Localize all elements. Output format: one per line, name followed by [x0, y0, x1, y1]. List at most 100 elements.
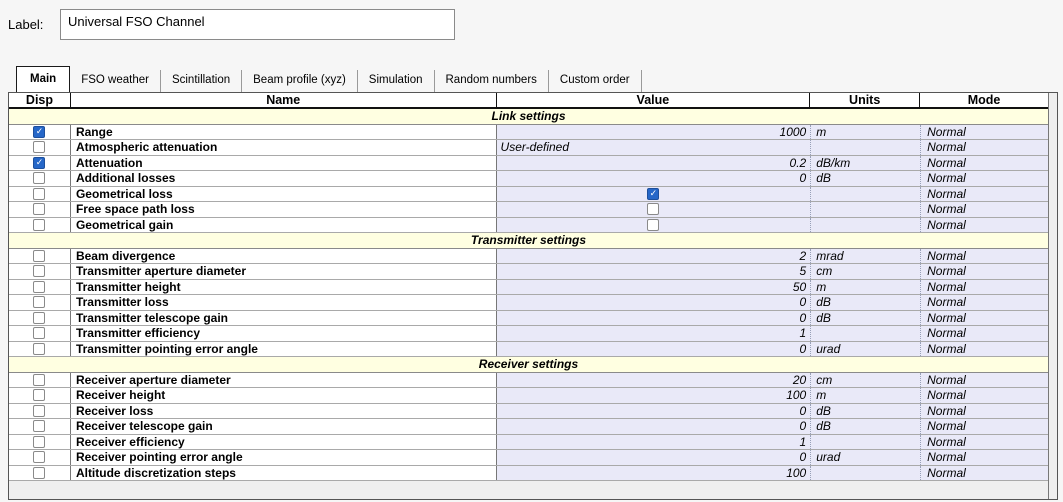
- param-mode[interactable]: Normal: [920, 125, 1048, 140]
- param-value[interactable]: 0: [497, 419, 811, 434]
- disp-cell: ✓: [9, 249, 71, 264]
- param-units[interactable]: m: [810, 280, 920, 295]
- disp-checkbox[interactable]: ✓: [33, 141, 45, 153]
- disp-checkbox[interactable]: ✓: [33, 203, 45, 215]
- param-value[interactable]: 0.2: [497, 156, 811, 171]
- param-mode[interactable]: Normal: [920, 466, 1048, 481]
- param-mode[interactable]: Normal: [920, 295, 1048, 310]
- param-value[interactable]: 0: [497, 295, 811, 310]
- param-value[interactable]: 0: [497, 311, 811, 326]
- param-value[interactable]: 0: [497, 171, 811, 186]
- param-units[interactable]: m: [810, 125, 920, 140]
- param-mode[interactable]: Normal: [920, 218, 1048, 233]
- disp-checkbox[interactable]: ✓: [33, 405, 45, 417]
- param-value[interactable]: 1: [497, 435, 811, 450]
- param-value: ✓: [497, 218, 811, 233]
- param-value[interactable]: 20: [497, 373, 811, 388]
- disp-checkbox[interactable]: ✓: [33, 265, 45, 277]
- disp-checkbox[interactable]: ✓: [33, 436, 45, 448]
- tab-scintillation[interactable]: Scintillation: [161, 70, 242, 92]
- param-value[interactable]: 100: [497, 388, 811, 403]
- param-mode[interactable]: Normal: [920, 404, 1048, 419]
- param-mode[interactable]: Normal: [920, 187, 1048, 202]
- param-units[interactable]: dB: [810, 404, 920, 419]
- param-name: Range: [71, 125, 497, 140]
- param-value[interactable]: 2: [497, 249, 811, 264]
- param-row-geometrical-loss: ✓Geometrical loss✓Normal: [9, 187, 1048, 203]
- disp-checkbox[interactable]: ✓: [33, 126, 45, 138]
- tab-main[interactable]: Main: [16, 66, 70, 92]
- disp-checkbox[interactable]: ✓: [33, 296, 45, 308]
- disp-checkbox[interactable]: ✓: [33, 219, 45, 231]
- param-units[interactable]: m: [810, 388, 920, 403]
- param-mode[interactable]: Normal: [920, 419, 1048, 434]
- param-units[interactable]: urad: [810, 450, 920, 465]
- param-units[interactable]: urad: [810, 342, 920, 357]
- param-mode[interactable]: Normal: [920, 264, 1048, 279]
- param-value[interactable]: 0: [497, 450, 811, 465]
- param-mode[interactable]: Normal: [920, 140, 1048, 155]
- param-name: Transmitter pointing error angle: [71, 342, 497, 357]
- value-checkbox[interactable]: ✓: [647, 219, 659, 231]
- param-units[interactable]: cm: [810, 264, 920, 279]
- scrollbar-track: [1049, 93, 1057, 499]
- disp-checkbox[interactable]: ✓: [33, 250, 45, 262]
- label-input[interactable]: [60, 9, 455, 40]
- tab-custom-order[interactable]: Custom order: [549, 70, 642, 92]
- param-mode[interactable]: Normal: [920, 156, 1048, 171]
- param-units[interactable]: mrad: [810, 249, 920, 264]
- param-value[interactable]: 5: [497, 264, 811, 279]
- disp-checkbox[interactable]: ✓: [33, 281, 45, 293]
- tab-random-numbers[interactable]: Random numbers: [435, 70, 549, 92]
- param-row-beam-divergence: ✓ Beam divergence2mradNormal: [9, 249, 1048, 265]
- param-mode[interactable]: Normal: [920, 280, 1048, 295]
- param-units[interactable]: cm: [810, 373, 920, 388]
- param-mode[interactable]: Normal: [920, 171, 1048, 186]
- param-value[interactable]: 0: [497, 342, 811, 357]
- param-units[interactable]: dB: [810, 311, 920, 326]
- param-units[interactable]: dB: [810, 419, 920, 434]
- param-row-receiver-aperture-diameter: ✓Receiver aperture diameter20cmNormal: [9, 373, 1048, 389]
- param-row-receiver-telescope-gain: ✓Receiver telescope gain0dBNormal: [9, 419, 1048, 435]
- disp-checkbox[interactable]: ✓: [33, 374, 45, 386]
- disp-checkbox[interactable]: ✓: [33, 389, 45, 401]
- disp-checkbox[interactable]: ✓: [33, 467, 45, 479]
- param-value[interactable]: 1000: [497, 125, 811, 140]
- value-checkbox[interactable]: ✓: [647, 188, 659, 200]
- param-mode[interactable]: Normal: [920, 373, 1048, 388]
- disp-checkbox[interactable]: ✓: [33, 327, 45, 339]
- value-checkbox[interactable]: ✓: [647, 203, 659, 215]
- disp-checkbox[interactable]: ✓: [33, 312, 45, 324]
- disp-checkbox[interactable]: ✓: [33, 172, 45, 184]
- param-mode[interactable]: Normal: [920, 326, 1048, 341]
- section-title: Link settings: [9, 109, 1048, 124]
- param-mode[interactable]: Normal: [920, 435, 1048, 450]
- param-value[interactable]: 100: [497, 466, 811, 481]
- param-value[interactable]: 1: [497, 326, 811, 341]
- disp-checkbox[interactable]: ✓: [33, 451, 45, 463]
- param-mode[interactable]: Normal: [920, 249, 1048, 264]
- disp-checkbox[interactable]: ✓: [33, 343, 45, 355]
- param-name: Beam divergence: [71, 249, 497, 264]
- tab-beam-profile-xyz[interactable]: Beam profile (xyz): [242, 70, 358, 92]
- param-row-geometrical-gain: ✓Geometrical gain✓Normal: [9, 218, 1048, 234]
- param-value[interactable]: User-defined: [497, 140, 811, 155]
- param-value[interactable]: 50: [497, 280, 811, 295]
- param-mode[interactable]: Normal: [920, 202, 1048, 217]
- param-mode[interactable]: Normal: [920, 388, 1048, 403]
- param-mode[interactable]: Normal: [920, 342, 1048, 357]
- param-units[interactable]: dB: [810, 295, 920, 310]
- col-header-disp: Disp: [9, 93, 71, 107]
- tab-fso-weather[interactable]: FSO weather: [70, 70, 161, 92]
- disp-checkbox[interactable]: ✓: [33, 420, 45, 432]
- param-value: ✓: [497, 187, 811, 202]
- section-title: Receiver settings: [9, 357, 1048, 372]
- disp-checkbox[interactable]: ✓: [33, 188, 45, 200]
- param-units[interactable]: dB: [810, 171, 920, 186]
- param-value[interactable]: 0: [497, 404, 811, 419]
- param-mode[interactable]: Normal: [920, 311, 1048, 326]
- param-mode[interactable]: Normal: [920, 450, 1048, 465]
- tab-simulation[interactable]: Simulation: [358, 70, 435, 92]
- disp-checkbox[interactable]: ✓: [33, 157, 45, 169]
- param-units[interactable]: dB/km: [810, 156, 920, 171]
